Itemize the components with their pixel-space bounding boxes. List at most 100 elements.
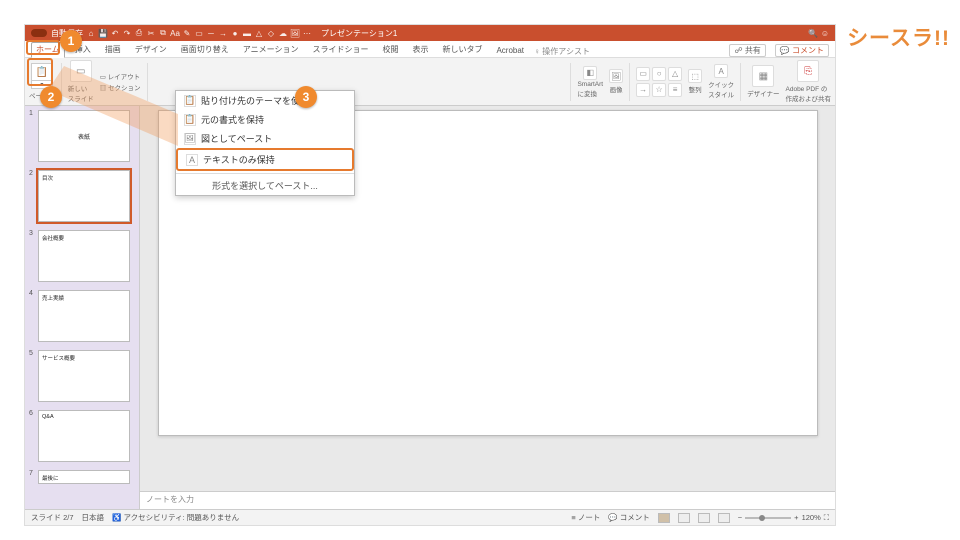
- thumb-3[interactable]: 会社概要: [38, 230, 130, 282]
- thumb-num: 2: [29, 170, 35, 222]
- zoom-out-icon[interactable]: −: [738, 513, 742, 522]
- thumb-6[interactable]: Q&A: [38, 410, 130, 462]
- zoom-control[interactable]: − + 120% ⛶: [738, 513, 829, 523]
- quickstyle-icon: A: [714, 64, 728, 78]
- quickstyle-button[interactable]: A クイック スタイル: [708, 64, 734, 99]
- fit-icon[interactable]: ⛶: [824, 513, 829, 523]
- brush-icon[interactable]: ✎: [183, 29, 191, 37]
- paste-use-dest-theme[interactable]: 📋貼り付け先のテーマを使用: [176, 91, 354, 110]
- tab-review[interactable]: 校閲: [378, 43, 402, 57]
- zoom-level[interactable]: 120%: [802, 513, 821, 522]
- language-indicator[interactable]: 日本語: [82, 512, 105, 523]
- paste-text-only[interactable]: Aテキストのみ保持: [176, 148, 354, 171]
- tab-animation[interactable]: アニメーション: [239, 43, 303, 57]
- thumb-2[interactable]: 目次: [38, 170, 130, 222]
- fmt-icon[interactable]: Aa: [171, 29, 179, 37]
- picture-icon: 🖼: [184, 133, 196, 145]
- comments-button[interactable]: 💬 コメント: [608, 512, 649, 523]
- thumb-1[interactable]: 表紙: [38, 110, 130, 162]
- quick-access-toolbar: 自動保存 ⌂ 💾 ↶ ↷ ⎙ ✂ ⧉ Aa ✎ ▭ ─ → ● ▬ △ ◇ ☁ …: [25, 25, 835, 41]
- smile-icon[interactable]: ☺: [821, 29, 829, 37]
- badge-3: 3: [295, 86, 317, 108]
- arrange-button[interactable]: ⬚ 整列: [688, 69, 702, 94]
- thumb-4[interactable]: 売上実績: [38, 290, 130, 342]
- workspace: 1表紙 2目次 3会社概要 4売上実績 5サービス概要 6Q&A 7最後に 目次…: [25, 106, 835, 509]
- cloud-icon[interactable]: ☁: [279, 29, 287, 37]
- normal-view-icon[interactable]: [658, 513, 670, 523]
- thumb-num: 3: [29, 230, 35, 282]
- search-icon[interactable]: 🔍: [809, 29, 817, 37]
- powerpoint-window: 自動保存 ⌂ 💾 ↶ ↷ ⎙ ✂ ⧉ Aa ✎ ▭ ─ → ● ▬ △ ◇ ☁ …: [24, 24, 836, 526]
- paste-keep-source[interactable]: 📋元の書式を保持: [176, 110, 354, 129]
- slide-thumbnails: 1表紙 2目次 3会社概要 4売上実績 5サービス概要 6Q&A 7最後に: [25, 106, 140, 509]
- image-icon: 🖼: [609, 69, 623, 83]
- paste-special[interactable]: 形式を選択してペースト...: [176, 176, 354, 195]
- notes-button[interactable]: ≡ ノート: [571, 512, 600, 523]
- rect-icon[interactable]: ▬: [243, 29, 251, 37]
- copy-icon[interactable]: ⧉: [159, 29, 167, 37]
- tab-acrobat[interactable]: Acrobat: [492, 45, 528, 57]
- thumb-7[interactable]: 最後に: [38, 470, 130, 484]
- line-icon[interactable]: ─: [207, 29, 215, 37]
- home-icon[interactable]: ⌂: [87, 29, 95, 37]
- comments-button[interactable]: 💬 コメント: [775, 44, 829, 57]
- tab-view[interactable]: 表示: [408, 43, 432, 57]
- newslide-group[interactable]: ▭ 新しい スライド: [68, 60, 94, 103]
- undo-icon[interactable]: ↶: [111, 29, 119, 37]
- print-icon[interactable]: ⎙: [135, 29, 143, 37]
- tell-me[interactable]: ♀ 操作アシスト: [534, 46, 590, 57]
- zoom-in-icon[interactable]: +: [794, 513, 798, 522]
- reading-view-icon[interactable]: [698, 513, 710, 523]
- smartart-button[interactable]: ◧ SmartArt に変換: [577, 66, 603, 98]
- ruler-icon[interactable]: ▭: [195, 29, 203, 37]
- image-button[interactable]: 🖼 画像: [609, 69, 623, 94]
- clipboard-icon: 📋: [184, 95, 196, 107]
- smartart-icon: ◧: [583, 66, 597, 80]
- tri-icon[interactable]: △: [255, 29, 263, 37]
- circle-icon[interactable]: ●: [231, 29, 239, 37]
- autosave-toggle[interactable]: [31, 29, 47, 37]
- text-icon: A: [186, 154, 198, 166]
- thumb-num: 7: [29, 470, 35, 484]
- tab-design[interactable]: デザイン: [131, 43, 171, 57]
- thumb-num: 5: [29, 350, 35, 402]
- ribbon-tabs: ホーム 挿入 描画 デザイン 画面切り替え アニメーション スライドショー 校閲…: [25, 41, 835, 58]
- cut-icon[interactable]: ✂: [147, 29, 155, 37]
- tab-newtab[interactable]: 新しいタブ: [438, 43, 486, 57]
- brand-logo: シースラ!!: [847, 22, 950, 52]
- save-icon[interactable]: 💾: [99, 29, 107, 37]
- designer-button[interactable]: ▦ デザイナー: [747, 65, 779, 98]
- thumb-5[interactable]: サービス概要: [38, 350, 130, 402]
- thumb-num: 6: [29, 410, 35, 462]
- slideshow-view-icon[interactable]: [718, 513, 730, 523]
- dia-icon[interactable]: ◇: [267, 29, 275, 37]
- clipboard-icon: 📋: [184, 114, 196, 126]
- pic-icon[interactable]: 🖼: [291, 29, 299, 37]
- paste-as-picture[interactable]: 🖼図としてペースト: [176, 129, 354, 148]
- notes-pane[interactable]: ノートを入力: [140, 491, 835, 509]
- redo-icon[interactable]: ↷: [123, 29, 131, 37]
- status-bar: スライド 2/7 日本語 ♿ アクセシビリティ: 問題ありません ≡ ノート 💬…: [25, 509, 835, 525]
- document-title: プレゼンテーション1: [321, 28, 397, 39]
- thumb-num: 1: [29, 110, 35, 162]
- tab-draw[interactable]: 描画: [101, 43, 125, 57]
- adobe-button[interactable]: ⎘ Adobe PDF の 作成および共有: [786, 60, 832, 103]
- share-button[interactable]: ☍ 共有: [729, 44, 765, 57]
- arrow-icon[interactable]: →: [219, 29, 227, 37]
- badge-2: 2: [40, 86, 62, 108]
- more-icon[interactable]: ⋯: [303, 29, 311, 37]
- tab-transition[interactable]: 画面切り替え: [177, 43, 233, 57]
- accessibility-status[interactable]: ♿ アクセシビリティ: 問題ありません: [112, 512, 239, 523]
- sorter-view-icon[interactable]: [678, 513, 690, 523]
- slide-indicator: スライド 2/7: [31, 512, 74, 523]
- tab-slideshow[interactable]: スライドショー: [308, 43, 372, 57]
- paste-options-dropdown: 📋貼り付け先のテーマを使用 📋元の書式を保持 🖼図としてペースト Aテキストのみ…: [175, 90, 355, 196]
- newslide-label: 新しい スライド: [68, 83, 94, 103]
- section-button[interactable]: ▥ セクション: [100, 82, 141, 92]
- shapes-gallery[interactable]: ▭○△ →☆≡: [636, 67, 682, 97]
- layout-button[interactable]: ▭ レイアウト: [100, 71, 140, 81]
- badge-1: 1: [60, 30, 82, 52]
- arrange-icon: ⬚: [688, 69, 702, 83]
- ribbon: 📋 ▾ ペースト ▭ 新しい スライド ▭ レイアウト ▥ セクション ◧ Sm…: [25, 58, 835, 106]
- newslide-icon: ▭: [70, 60, 92, 82]
